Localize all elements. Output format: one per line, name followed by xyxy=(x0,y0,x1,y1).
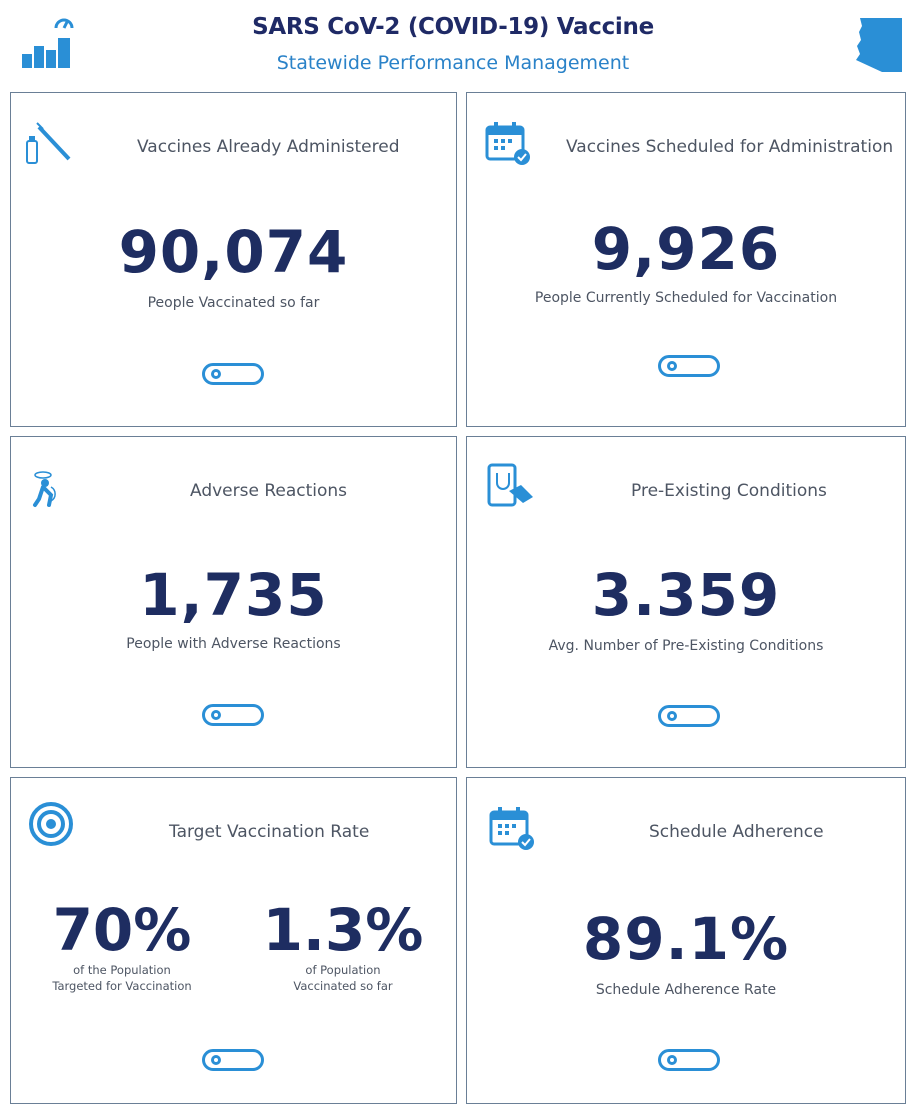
syringe-vial-icon xyxy=(26,122,71,164)
target-population-block: 70% of the Population Targeted for Vacci… xyxy=(29,898,215,994)
vaccinated-description-line-1: of Population xyxy=(305,963,381,977)
adherence-rate: 89.1% xyxy=(582,905,790,973)
card-adverse-reactions: Adverse Reactions 1,735 People with Adve… xyxy=(10,436,457,768)
target-description-line-2: Targeted for Vaccination xyxy=(52,979,192,993)
card-preexisting-conditions: Pre-Existing Conditions 3.359 Avg. Numbe… xyxy=(466,436,906,768)
adverse-count: 1,735 xyxy=(139,561,328,629)
scheduled-description: People Currently Scheduled for Vaccinati… xyxy=(534,290,838,306)
adverse-toggle[interactable] xyxy=(202,704,264,726)
card-target-vaccination-rate: Target Vaccination Rate 70% of the Popul… xyxy=(10,777,457,1104)
target-icon xyxy=(29,802,73,846)
scheduled-count: 9,926 xyxy=(591,215,781,283)
preexisting-description: Avg. Number of Pre-Existing Conditions xyxy=(548,638,824,654)
preexisting-average: 3.359 xyxy=(591,561,781,629)
target-description-line-1: of the Population xyxy=(73,963,171,977)
target-toggle[interactable] xyxy=(202,1049,264,1071)
card-label: Pre-Existing Conditions xyxy=(631,481,827,501)
calendar-check-icon xyxy=(485,122,530,165)
card-schedule-adherence: Schedule Adherence 89.1% Schedule Adhere… xyxy=(466,777,906,1104)
administered-toggle[interactable] xyxy=(202,363,264,385)
card-label: Vaccines Scheduled for Administration xyxy=(566,137,894,157)
card-label: Schedule Adherence xyxy=(649,822,824,842)
dashboard-title: SARS CoV-2 (COVID-19) Vaccine xyxy=(252,14,654,40)
preexisting-toggle[interactable] xyxy=(658,705,720,727)
card-label: Adverse Reactions xyxy=(190,481,348,501)
vaccinated-percentage: 1.3% xyxy=(262,896,424,964)
card-vaccines-scheduled: Vaccines Scheduled for Administration 9,… xyxy=(466,92,906,427)
card-label: Vaccines Already Administered xyxy=(137,137,400,157)
dizzy-person-icon xyxy=(33,471,56,507)
tablet-stethoscope-icon xyxy=(487,463,533,507)
vaccinated-population-block: 1.3% of Population Vaccinated so far xyxy=(255,898,431,994)
card-label: Target Vaccination Rate xyxy=(169,822,370,842)
card-vaccines-administered: Vaccines Already Administered 90,074 Peo… xyxy=(10,92,457,427)
dashboard-subtitle: Statewide Performance Management xyxy=(276,52,630,74)
scheduled-toggle[interactable] xyxy=(658,355,720,377)
vaccinated-count: 90,074 xyxy=(118,218,349,286)
adverse-description: People with Adverse Reactions xyxy=(126,636,341,652)
adherence-description: Schedule Adherence Rate xyxy=(595,982,777,998)
calendar-check-icon xyxy=(489,807,534,850)
adherence-toggle[interactable] xyxy=(658,1049,720,1071)
target-percentage: 70% xyxy=(52,896,192,964)
vaccinated-description-line-2: Vaccinated so far xyxy=(293,979,393,993)
vaccinated-description: People Vaccinated so far xyxy=(147,295,320,311)
arizona-state-icon xyxy=(856,18,902,72)
dashboard-header: SARS CoV-2 (COVID-19) Vaccine Statewide … xyxy=(0,0,906,90)
